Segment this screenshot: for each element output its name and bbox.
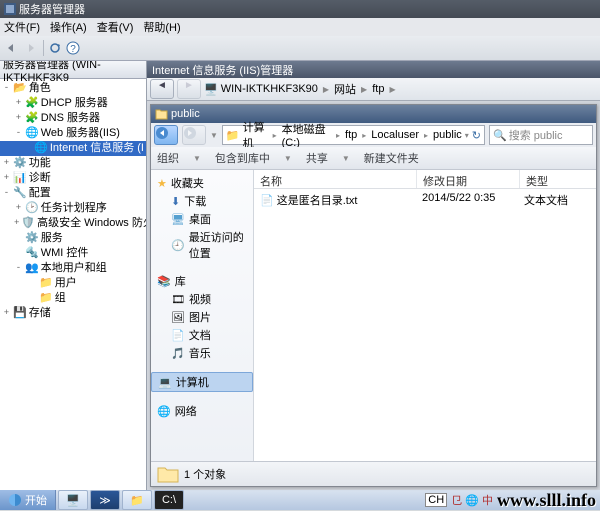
node-diag[interactable]: +📊诊断 bbox=[0, 171, 146, 186]
file-row[interactable]: 📄这是匿名目录.txt 2014/5/22 0:35 文本文档 bbox=[254, 189, 596, 211]
fav-downloads[interactable]: ⬇下载 bbox=[151, 192, 253, 210]
iis-fwd-button[interactable]: ► bbox=[177, 79, 201, 99]
node-dns[interactable]: +🧩DNS 服务器 bbox=[0, 111, 146, 126]
computer-item[interactable]: 💻计算机 bbox=[151, 372, 253, 392]
folder-small-icon: 📁 bbox=[226, 129, 240, 142]
fwd-icon[interactable] bbox=[23, 41, 39, 55]
folder-icon bbox=[155, 108, 168, 120]
node-users[interactable]: 📁用户 bbox=[0, 276, 146, 291]
menu-action[interactable]: 操作(A) bbox=[50, 19, 87, 35]
menu-help[interactable]: 帮助(H) bbox=[143, 19, 180, 35]
fav-header[interactable]: ★收藏夹 bbox=[151, 174, 253, 192]
path-bar: ▼ 📁 计算机▸ 本地磁盘 (C:)▸ ftp▸ Localuser▸ publ… bbox=[151, 123, 596, 147]
start-button[interactable]: 开始 bbox=[0, 490, 56, 510]
lib-header[interactable]: 📚库 bbox=[151, 272, 253, 290]
ime-indicator[interactable]: CH bbox=[425, 493, 447, 507]
task-server-manager[interactable]: 🖥️ bbox=[58, 490, 88, 510]
menu-bar: 文件(F) 操作(A) 查看(V) 帮助(H) bbox=[0, 18, 600, 36]
iis-title: Internet 信息服务 (IIS)管理器 bbox=[147, 61, 600, 78]
node-storage[interactable]: +💾存储 bbox=[0, 306, 146, 321]
search-placeholder: 搜索 public bbox=[509, 127, 563, 143]
include-button[interactable]: 包含到库中 bbox=[215, 150, 270, 166]
menu-file[interactable]: 文件(F) bbox=[4, 19, 40, 35]
node-config[interactable]: -🔧配置 bbox=[0, 186, 146, 201]
organize-button[interactable]: 组织 bbox=[157, 150, 179, 166]
col-type[interactable]: 类型 bbox=[520, 170, 596, 188]
crumb-sites[interactable]: 网站 bbox=[334, 81, 356, 97]
node-wmi[interactable]: 🔩WMI 控件 bbox=[0, 246, 146, 261]
menu-view[interactable]: 查看(V) bbox=[97, 19, 134, 35]
lib-video[interactable]: 🎞视频 bbox=[151, 290, 253, 308]
task-explorer[interactable]: 📁 bbox=[122, 490, 152, 510]
explorer-window: public ▼ 📁 计算机▸ 本地磁盘 (C:)▸ ftp▸ Localuse… bbox=[150, 104, 597, 487]
app-icon bbox=[4, 3, 16, 15]
crumb-host[interactable]: WIN-IKTKHKF3K90 bbox=[221, 83, 318, 95]
task-cmd[interactable]: C:\ bbox=[154, 490, 184, 510]
system-tray: CH 㔾 🌐 中 www.slll.info bbox=[421, 490, 600, 511]
node-tasksched[interactable]: +🕑任务计划程序 bbox=[0, 201, 146, 216]
search-icon: 🔍 bbox=[493, 129, 507, 142]
crumb-ftp[interactable]: ftp bbox=[372, 83, 384, 95]
favorites-pane: ★收藏夹 ⬇下载 🖥桌面 🕘最近访问的位置 📚库 🎞视频 🖼图片 📄文档 🎵音乐 bbox=[151, 170, 254, 461]
refresh-icon[interactable] bbox=[48, 41, 62, 55]
refresh-addr-icon[interactable]: ↻ bbox=[472, 129, 481, 142]
node-iis[interactable]: 🌐Internet 信息服务 (I bbox=[0, 141, 146, 156]
iis-breadcrumb: ◄ ► 🖥️ WIN-IKTKHKF3K90▶ 网站▶ ftp▶ bbox=[147, 78, 600, 101]
node-localug[interactable]: -👥本地用户和组 bbox=[0, 261, 146, 276]
node-groups[interactable]: 📁组 bbox=[0, 291, 146, 306]
address-field[interactable]: 📁 计算机▸ 本地磁盘 (C:)▸ ftp▸ Localuser▸ public… bbox=[222, 125, 485, 145]
txt-icon: 📄 bbox=[260, 194, 274, 207]
node-firewall[interactable]: +🛡️高级安全 Windows 防火 bbox=[0, 216, 146, 231]
app-title-bar: 服务器管理器 bbox=[0, 0, 600, 18]
lib-documents[interactable]: 📄文档 bbox=[151, 326, 253, 344]
file-list: 名称 修改日期 类型 📄这是匿名目录.txt 2014/5/22 0:35 文本… bbox=[254, 170, 596, 461]
search-field[interactable]: 🔍 搜索 public bbox=[489, 125, 593, 145]
exp-back-button[interactable] bbox=[154, 125, 178, 145]
exp-fwd-button[interactable] bbox=[182, 125, 206, 145]
column-headers[interactable]: 名称 修改日期 类型 bbox=[254, 170, 596, 189]
tree-pane: 服务器管理器 (WIN-IKTKHKF3K9 -📂角色 +🧩DHCP 服务器 +… bbox=[0, 61, 147, 490]
fav-desktop[interactable]: 🖥桌面 bbox=[151, 210, 253, 228]
fav-recent[interactable]: 🕘最近访问的位置 bbox=[151, 228, 253, 262]
task-powershell[interactable]: ≫ bbox=[90, 490, 120, 510]
back-icon[interactable] bbox=[3, 41, 19, 55]
lang-indicators[interactable]: 㔾 🌐 中 bbox=[451, 492, 493, 508]
server-icon: 🖥️ bbox=[204, 83, 218, 96]
lib-pictures[interactable]: 🖼图片 bbox=[151, 308, 253, 326]
watermark: www.slll.info bbox=[497, 490, 596, 511]
mmc-toolbar: ? bbox=[0, 36, 600, 61]
node-web[interactable]: -🌐Web 服务器(IIS) bbox=[0, 126, 146, 141]
explorer-toolbar: 组织▼ 包含到库中▼ 共享▼ 新建文件夹 bbox=[151, 147, 596, 170]
col-date[interactable]: 修改日期 bbox=[417, 170, 520, 188]
svg-text:?: ? bbox=[70, 44, 76, 55]
node-features[interactable]: +⚙️功能 bbox=[0, 156, 146, 171]
tree-header: 服务器管理器 (WIN-IKTKHKF3K9 bbox=[0, 61, 146, 79]
app-title: 服务器管理器 bbox=[19, 1, 85, 17]
share-button[interactable]: 共享 bbox=[306, 150, 328, 166]
status-bar: 1 个对象 bbox=[151, 461, 596, 486]
new-folder-button[interactable]: 新建文件夹 bbox=[364, 150, 419, 166]
network-item[interactable]: 🌐网络 bbox=[151, 402, 253, 420]
roles-icon: 📂 bbox=[13, 81, 27, 96]
col-name[interactable]: 名称 bbox=[254, 170, 417, 188]
object-count: 1 个对象 bbox=[184, 466, 226, 482]
start-orb-icon bbox=[8, 493, 22, 507]
iis-back-button[interactable]: ◄ bbox=[150, 79, 174, 99]
node-dhcp[interactable]: +🧩DHCP 服务器 bbox=[0, 96, 146, 111]
folder-large-icon bbox=[157, 465, 179, 483]
taskbar: 开始 🖥️ ≫ 📁 C:\ CH 㔾 🌐 中 www.slll.info bbox=[0, 490, 600, 510]
node-services[interactable]: ⚙️服务 bbox=[0, 231, 146, 246]
explorer-title: public bbox=[171, 108, 200, 120]
lib-music[interactable]: 🎵音乐 bbox=[151, 344, 253, 362]
explorer-titlebar[interactable]: public bbox=[151, 105, 596, 123]
help-icon[interactable]: ? bbox=[66, 41, 80, 55]
